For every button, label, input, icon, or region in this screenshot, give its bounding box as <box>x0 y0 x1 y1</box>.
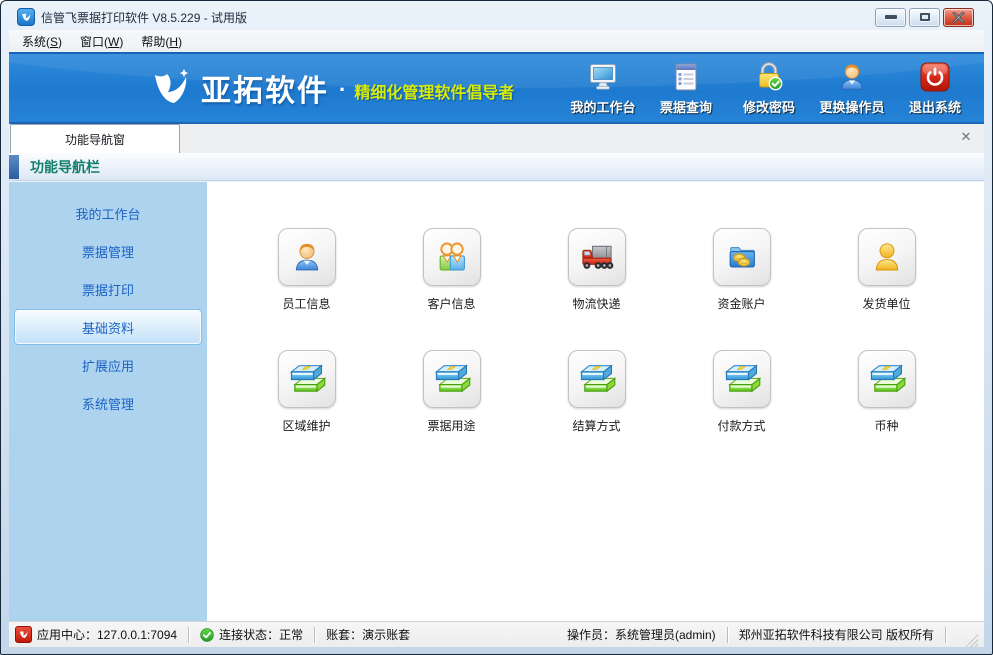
status-bar: 应用中心：127.0.0.1:7094 连接状态：正常 账套：演示账套 操作员：… <box>9 621 984 647</box>
app-center-icon <box>15 626 32 643</box>
tab-strip: 功能导航窗 ✕ <box>9 124 984 153</box>
status-separator <box>314 627 315 643</box>
status-app-center: 应用中心：127.0.0.1:7094 <box>15 626 177 643</box>
brand-swoosh-icon <box>147 65 193 111</box>
grid-item-payment-method[interactable]: 付款方式 <box>669 350 814 434</box>
minimize-button[interactable] <box>875 8 906 27</box>
document-list-icon <box>669 60 703 94</box>
books-icon <box>423 350 481 408</box>
section-accent-bar <box>9 155 19 179</box>
sidebar-item-basic-data[interactable]: 基础资料 <box>14 309 202 345</box>
app-window: 信管飞票据打印软件 V8.5.229 - 试用版 系统(S) 窗口(W) 帮助(… <box>0 0 993 655</box>
grid-item-region-maintenance[interactable]: 区域维护 <box>234 350 379 434</box>
status-account-set: 账套：演示账套 <box>326 626 410 643</box>
books-icon <box>568 350 626 408</box>
grid-item-shipping-units[interactable]: 发货单位 <box>814 228 959 312</box>
status-operator: 操作员：系统管理员(admin) <box>567 626 716 643</box>
status-connection: 连接状态：正常 <box>200 626 303 643</box>
menu-window[interactable]: 窗口(W) <box>71 30 132 53</box>
customers-icon <box>423 228 481 286</box>
close-icon <box>952 12 965 23</box>
books-icon <box>713 350 771 408</box>
sidebar-item-ticket-management[interactable]: 票据管理 <box>14 232 202 270</box>
employee-icon <box>278 228 336 286</box>
app-logo-icon <box>17 8 35 26</box>
monitor-icon <box>586 60 620 94</box>
title-bar: 信管飞票据打印软件 V8.5.229 - 试用版 <box>9 1 984 30</box>
user-icon <box>835 60 869 94</box>
books-icon <box>858 350 916 408</box>
restore-button[interactable] <box>909 8 940 27</box>
sidebar-item-workbench[interactable]: 我的工作台 <box>14 194 202 232</box>
section-title: 功能导航栏 <box>30 157 100 177</box>
menu-help[interactable]: 帮助(H) <box>132 30 191 53</box>
brand-separator: · <box>339 77 346 103</box>
nav-sidebar: 我的工作台 票据管理 票据打印 基础资料 扩展应用 系统管理 <box>9 182 207 621</box>
folder-coins-icon <box>713 228 771 286</box>
grid-item-employee-info[interactable]: 员工信息 <box>234 228 379 312</box>
brand-block: 亚拓软件 · 精细化管理软件倡导者 <box>147 65 514 111</box>
banner-toolbar: 我的工作台 票据查询 <box>568 60 984 116</box>
sidebar-item-system-management[interactable]: 系统管理 <box>14 384 202 422</box>
grid-item-logistics[interactable]: 物流快递 <box>524 228 669 312</box>
gold-person-icon <box>858 228 916 286</box>
restore-icon <box>920 13 930 21</box>
shortcut-grid: 员工信息 <box>207 182 984 472</box>
brand-name: 亚拓软件 <box>201 66 329 110</box>
toolbar-change-password[interactable]: 修改密码 <box>734 60 804 116</box>
toolbar-change-operator[interactable]: 更换操作员 <box>817 60 887 116</box>
menu-system[interactable]: 系统(S) <box>13 30 71 53</box>
grid-item-fund-accounts[interactable]: 资金账户 <box>669 228 814 312</box>
toolbar-exit-system[interactable]: 退出系统 <box>900 60 970 116</box>
brand-slogan: 精细化管理软件倡导者 <box>354 79 514 103</box>
lock-check-icon <box>752 60 786 94</box>
minimize-icon <box>885 15 897 19</box>
main-panel: 员工信息 <box>207 182 984 621</box>
toolbar-ticket-query[interactable]: 票据查询 <box>651 60 721 116</box>
grid-item-settlement-method[interactable]: 结算方式 <box>524 350 669 434</box>
connection-ok-icon <box>200 628 214 642</box>
status-copyright: 郑州亚拓软件科技有限公司 版权所有 <box>739 626 934 643</box>
close-button[interactable] <box>943 8 974 27</box>
status-separator <box>945 627 946 643</box>
status-separator <box>727 627 728 643</box>
power-icon <box>918 60 952 94</box>
resize-grip[interactable] <box>965 634 978 647</box>
tab-function-nav[interactable]: 功能导航窗 <box>10 124 180 153</box>
tab-close-icon[interactable]: ✕ <box>958 129 974 145</box>
window-title: 信管飞票据打印软件 V8.5.229 - 试用版 <box>41 9 875 26</box>
brand-banner: 亚拓软件 · 精细化管理软件倡导者 我的工作台 <box>9 52 984 124</box>
grid-item-currency[interactable]: 币种 <box>814 350 959 434</box>
truck-icon <box>568 228 626 286</box>
menu-bar: 系统(S) 窗口(W) 帮助(H) <box>9 30 984 52</box>
grid-item-ticket-usage[interactable]: 票据用途 <box>379 350 524 434</box>
grid-item-customer-info[interactable]: 客户信息 <box>379 228 524 312</box>
status-separator <box>188 627 189 643</box>
toolbar-my-workbench[interactable]: 我的工作台 <box>568 60 638 116</box>
books-icon <box>278 350 336 408</box>
sidebar-item-ticket-print[interactable]: 票据打印 <box>14 270 202 308</box>
sidebar-item-extensions[interactable]: 扩展应用 <box>14 346 202 384</box>
section-header: 功能导航栏 <box>9 153 984 181</box>
